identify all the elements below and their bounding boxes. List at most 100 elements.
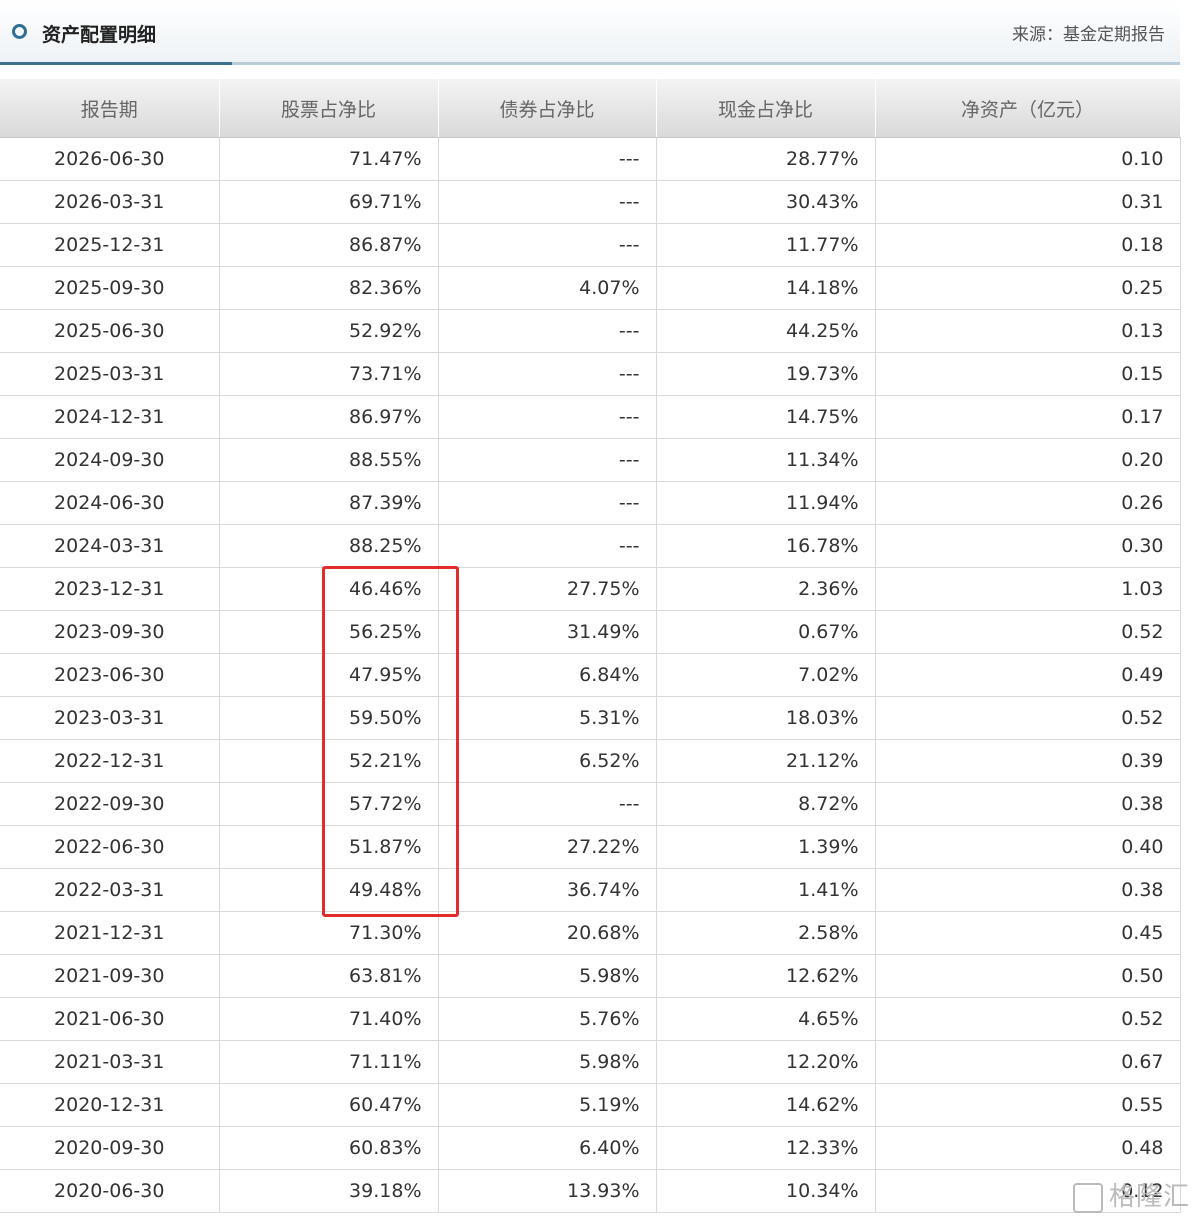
net-assets-cell: 0.31 [875,180,1181,224]
cash-ratio-cell: 11.94% [656,481,876,525]
bond-ratio-cell: --- [438,481,657,525]
table-row: 2022-12-31 52.21% 6.52% 21.12% 0.39 [0,739,1181,783]
net-assets-cell: 0.15 [875,352,1181,396]
stock-ratio-cell: 51.87% [219,825,439,869]
cash-ratio-cell: 14.75% [656,395,876,439]
cash-ratio-cell: 10.34% [656,1169,876,1213]
stock-ratio-cell: 47.95% [219,653,439,697]
period-cell: 2023-03-31 [0,696,220,740]
table-row: 2024-12-31 86.97% --- 14.75% 0.17 [0,395,1181,439]
cash-ratio-cell: 1.41% [656,868,876,912]
cash-ratio-cell: 21.12% [656,739,876,783]
period-cell: 2024-06-30 [0,481,220,525]
column-header-cash-ratio[interactable]: 现金占净比 [656,79,876,138]
bond-ratio-cell: 5.98% [438,954,657,998]
stock-ratio-cell: 46.46% [219,567,439,611]
table-row: 2024-09-30 88.55% --- 11.34% 0.20 [0,438,1181,482]
table-row: 2021-09-30 63.81% 5.98% 12.62% 0.50 [0,954,1181,998]
period-cell: 2024-03-31 [0,524,220,568]
cash-ratio-cell: 19.73% [656,352,876,396]
bond-ratio-cell: --- [438,524,657,568]
column-header-stock-ratio[interactable]: 股票占净比 [219,79,439,138]
cash-ratio-cell: 28.77% [656,137,876,181]
cash-ratio-cell: 12.20% [656,1040,876,1084]
period-cell: 2025-06-30 [0,309,220,353]
cash-ratio-cell: 44.25% [656,309,876,353]
bond-ratio-cell: --- [438,309,657,353]
section-title: 资产配置明细 [42,24,157,46]
table-row: 2025-03-31 73.71% --- 19.73% 0.15 [0,352,1181,396]
net-assets-cell: 0.30 [875,524,1181,568]
table-row: 2026-03-31 69.71% --- 30.43% 0.31 [0,180,1181,224]
bond-ratio-cell: 5.31% [438,696,657,740]
bond-ratio-cell: --- [438,137,657,181]
period-cell: 2024-12-31 [0,395,220,439]
table-row: 2023-06-30 47.95% 6.84% 7.02% 0.49 [0,653,1181,697]
bond-ratio-cell: --- [438,180,657,224]
cash-ratio-cell: 2.58% [656,911,876,955]
net-assets-cell: 0.25 [875,266,1181,310]
cash-ratio-cell: 16.78% [656,524,876,568]
table-row: 2020-09-30 60.83% 6.40% 12.33% 0.48 [0,1126,1181,1170]
period-cell: 2021-03-31 [0,1040,220,1084]
cash-ratio-cell: 4.65% [656,997,876,1041]
stock-ratio-cell: 71.11% [219,1040,439,1084]
stock-ratio-cell: 71.47% [219,137,439,181]
table-row: 2024-03-31 88.25% --- 16.78% 0.30 [0,524,1181,568]
period-cell: 2022-09-30 [0,782,220,826]
net-assets-cell: 0.67 [875,1040,1181,1084]
stock-ratio-cell: 88.55% [219,438,439,482]
net-assets-cell: 1.03 [875,567,1181,611]
cash-ratio-cell: 11.77% [656,223,876,267]
bond-ratio-cell: 5.98% [438,1040,657,1084]
cash-ratio-cell: 2.36% [656,567,876,611]
period-cell: 2023-06-30 [0,653,220,697]
net-assets-cell: 0.17 [875,395,1181,439]
column-header-net-assets[interactable]: 净资产（亿元） [875,79,1181,138]
bond-ratio-cell: --- [438,395,657,439]
net-assets-cell: 0.48 [875,1126,1181,1170]
net-assets-cell: 0.10 [875,137,1181,181]
stock-ratio-cell: 60.47% [219,1083,439,1127]
net-assets-cell: 0.38 [875,868,1181,912]
table-row: 2025-06-30 52.92% --- 44.25% 0.13 [0,309,1181,353]
period-cell: 2025-03-31 [0,352,220,396]
net-assets-cell: 0.52 [875,997,1181,1041]
stock-ratio-cell: 69.71% [219,180,439,224]
column-header-period[interactable]: 报告期 [0,79,220,138]
bond-ratio-cell: 31.49% [438,610,657,654]
stock-ratio-cell: 63.81% [219,954,439,998]
circle-bullet-icon [12,24,27,39]
bond-ratio-cell: 20.68% [438,911,657,955]
net-assets-cell: 0.50 [875,954,1181,998]
bond-ratio-cell: 27.22% [438,825,657,869]
period-cell: 2022-03-31 [0,868,220,912]
cash-ratio-cell: 0.67% [656,610,876,654]
stock-ratio-cell: 39.18% [219,1169,439,1213]
period-cell: 2024-09-30 [0,438,220,482]
table-row: 2022-06-30 51.87% 27.22% 1.39% 0.40 [0,825,1181,869]
table-row: 2023-03-31 59.50% 5.31% 18.03% 0.52 [0,696,1181,740]
column-header-bond-ratio[interactable]: 债券占净比 [438,79,657,138]
bond-ratio-cell: 6.52% [438,739,657,783]
table-row: 2021-06-30 71.40% 5.76% 4.65% 0.52 [0,997,1181,1041]
asset-allocation-table: 报告期 股票占净比 债券占净比 现金占净比 净资产（亿元） 2026-06-30… [0,79,1181,1213]
bond-ratio-cell: 5.76% [438,997,657,1041]
stock-ratio-cell: 52.92% [219,309,439,353]
section-header: 资产配置明细 来源：基金定期报告 [0,0,1180,65]
bond-ratio-cell: 13.93% [438,1169,657,1213]
watermark: 格隆汇 [1072,1176,1190,1213]
cash-ratio-cell: 18.03% [656,696,876,740]
net-assets-cell: 0.52 [875,610,1181,654]
table-row: 2020-12-31 60.47% 5.19% 14.62% 0.55 [0,1083,1181,1127]
period-cell: 2026-03-31 [0,180,220,224]
period-cell: 2025-12-31 [0,223,220,267]
table-header-row: 报告期 股票占净比 债券占净比 现金占净比 净资产（亿元） [0,79,1181,138]
bond-ratio-cell: 4.07% [438,266,657,310]
net-assets-cell: 0.40 [875,825,1181,869]
stock-ratio-cell: 73.71% [219,352,439,396]
table-row: 2025-12-31 86.87% --- 11.77% 0.18 [0,223,1181,267]
cash-ratio-cell: 14.18% [656,266,876,310]
table-row: 2020-06-30 39.18% 13.93% 10.34% 0.12 [0,1169,1181,1213]
stock-ratio-cell: 57.72% [219,782,439,826]
